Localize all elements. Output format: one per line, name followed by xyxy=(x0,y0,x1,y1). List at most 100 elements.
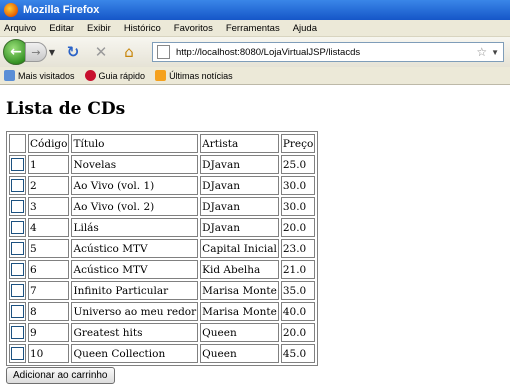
row-checkbox[interactable] xyxy=(11,284,24,297)
table-row: 4 Lilás DJavan 20.0 xyxy=(9,218,316,237)
row-checkbox[interactable] xyxy=(11,305,24,318)
url-dropdown-icon[interactable]: ▼ xyxy=(491,48,499,57)
menu-ajuda[interactable]: Ajuda xyxy=(293,23,317,34)
row-checkbox[interactable] xyxy=(11,221,24,234)
history-dropdown-button[interactable]: ▼ xyxy=(47,48,57,57)
cell-artista: DJavan xyxy=(200,197,279,216)
cell-codigo: 7 xyxy=(28,281,70,300)
home-icon: ⌂ xyxy=(124,43,134,61)
chevron-down-icon: ▼ xyxy=(48,47,56,57)
table-header-row: Código Título Artista Preço xyxy=(9,134,316,153)
stop-icon: ✕ xyxy=(94,43,108,61)
cell-titulo: Acústico MTV xyxy=(71,260,199,279)
row-checkbox[interactable] xyxy=(11,242,24,255)
bookmark-ultimas-noticias[interactable]: Últimas notícias xyxy=(155,70,233,81)
table-row: 6 Acústico MTV Kid Abelha 21.0 xyxy=(9,260,316,279)
row-select-cell xyxy=(9,281,26,300)
cell-titulo: Lilás xyxy=(71,218,199,237)
row-checkbox[interactable] xyxy=(11,326,24,339)
row-select-cell xyxy=(9,302,26,321)
cell-titulo: Infinito Particular xyxy=(71,281,199,300)
cell-codigo: 9 xyxy=(28,323,70,342)
row-select-cell xyxy=(9,239,26,258)
window-titlebar: Mozilla Firefox xyxy=(0,0,510,20)
cell-artista: Capital Inicial xyxy=(200,239,279,258)
row-checkbox[interactable] xyxy=(11,263,24,276)
cell-preco: 45.0 xyxy=(280,344,316,363)
bookmark-mais-visitados[interactable]: Mais visitados xyxy=(4,70,75,81)
cell-titulo: Acústico MTV xyxy=(71,239,199,258)
cell-titulo: Novelas xyxy=(71,155,199,174)
forward-button[interactable]: → xyxy=(25,42,47,62)
row-select-cell xyxy=(9,176,26,195)
cell-titulo: Ao Vivo (vol. 1) xyxy=(71,176,199,195)
menu-favoritos[interactable]: Favoritos xyxy=(174,23,213,34)
stop-button[interactable]: ✕ xyxy=(89,40,113,64)
page-icon xyxy=(157,45,170,59)
row-select-cell xyxy=(9,197,26,216)
cell-codigo: 5 xyxy=(28,239,70,258)
column-header-titulo: Título xyxy=(71,134,199,153)
column-header-preco: Preço xyxy=(280,134,316,153)
column-header-select xyxy=(9,134,26,153)
table-row: 8 Universo ao meu redor Marisa Monte 40.0 xyxy=(9,302,316,321)
reload-button[interactable]: ↻ xyxy=(61,40,85,64)
bookmarks-toolbar: Mais visitados Guia rápido Últimas notíc… xyxy=(0,67,510,85)
cell-codigo: 10 xyxy=(28,344,70,363)
cell-artista: Marisa Monte xyxy=(200,281,279,300)
cd-table: Código Título Artista Preço 1 Novelas DJav… xyxy=(6,131,319,366)
menu-exibir[interactable]: Exibir xyxy=(87,23,111,34)
table-row: 3 Ao Vivo (vol. 2) DJavan 30.0 xyxy=(9,197,316,216)
rss-feed-icon xyxy=(155,70,167,81)
cell-artista: Queen xyxy=(200,323,279,342)
window-title: Mozilla Firefox xyxy=(23,4,100,16)
row-select-cell xyxy=(9,323,26,342)
table-row: 5 Acústico MTV Capital Inicial 23.0 xyxy=(9,239,316,258)
cell-preco: 21.0 xyxy=(280,260,316,279)
row-checkbox[interactable] xyxy=(11,179,24,192)
forward-arrow-icon: → xyxy=(31,45,41,59)
row-select-cell xyxy=(9,155,26,174)
cell-codigo: 6 xyxy=(28,260,70,279)
cell-titulo: Ao Vivo (vol. 2) xyxy=(71,197,199,216)
page-title: Lista de CDs xyxy=(6,99,126,119)
firefox-logo-icon xyxy=(4,3,18,17)
cell-artista: Kid Abelha xyxy=(200,260,279,279)
row-checkbox[interactable] xyxy=(11,347,24,360)
row-checkbox[interactable] xyxy=(11,200,24,213)
cell-artista: DJavan xyxy=(200,155,279,174)
menu-arquivo[interactable]: Arquivo xyxy=(4,23,36,34)
bookmark-label: Mais visitados xyxy=(18,70,75,81)
bookmark-guia-rapido[interactable]: Guia rápido xyxy=(84,70,146,81)
bookmark-label: Guia rápido xyxy=(98,70,146,81)
row-select-cell xyxy=(9,218,26,237)
cell-codigo: 3 xyxy=(28,197,70,216)
redhat-icon xyxy=(84,70,96,81)
add-to-cart-button[interactable]: Adicionar ao carrinho xyxy=(6,367,115,384)
address-bar[interactable]: http://localhost:8080/LojaVirtualJSP/lis… xyxy=(152,42,504,62)
bookmark-label: Últimas notícias xyxy=(169,70,233,81)
cell-preco: 20.0 xyxy=(280,218,316,237)
cell-titulo: Queen Collection xyxy=(71,344,199,363)
reload-icon: ↻ xyxy=(66,43,80,61)
menu-ferramentas[interactable]: Ferramentas xyxy=(226,23,280,34)
cell-artista: Marisa Monte xyxy=(200,302,279,321)
menu-historico[interactable]: Histórico xyxy=(124,23,161,34)
cell-codigo: 8 xyxy=(28,302,70,321)
cell-preco: 20.0 xyxy=(280,323,316,342)
cell-artista: Queen xyxy=(200,344,279,363)
menu-editar[interactable]: Editar xyxy=(49,23,74,34)
bookmark-star-icon[interactable]: ☆ xyxy=(476,45,487,59)
cell-preco: 30.0 xyxy=(280,176,316,195)
cell-codigo: 1 xyxy=(28,155,70,174)
cell-titulo: Universo ao meu redor xyxy=(71,302,199,321)
cell-codigo: 2 xyxy=(28,176,70,195)
cell-preco: 35.0 xyxy=(280,281,316,300)
cell-preco: 23.0 xyxy=(280,239,316,258)
cell-codigo: 4 xyxy=(28,218,70,237)
table-row: 9 Greatest hits Queen 20.0 xyxy=(9,323,316,342)
address-url[interactable]: http://localhost:8080/LojaVirtualJSP/lis… xyxy=(176,47,476,58)
home-button[interactable]: ⌂ xyxy=(117,40,141,64)
row-checkbox[interactable] xyxy=(11,158,24,171)
cell-preco: 30.0 xyxy=(280,197,316,216)
